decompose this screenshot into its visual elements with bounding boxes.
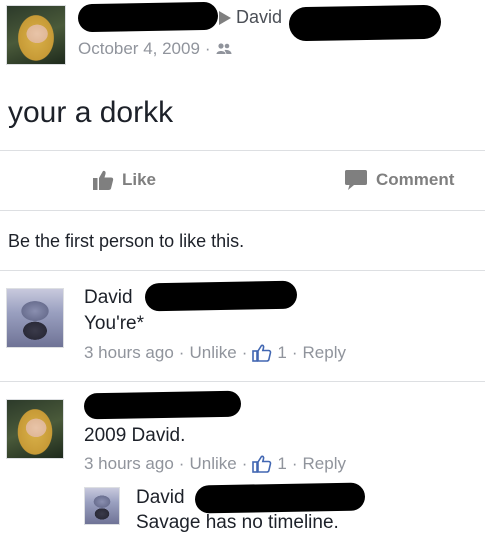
comment-author-avatar[interactable] bbox=[6, 288, 64, 348]
comment-bubble-icon bbox=[345, 170, 367, 190]
redacted-commenter-surname bbox=[144, 280, 298, 312]
redacted-commenter-name bbox=[83, 390, 242, 420]
post-author-avatar[interactable] bbox=[6, 5, 66, 65]
thumbs-up-outline-icon[interactable] bbox=[252, 455, 272, 473]
meta-separator: · bbox=[204, 39, 211, 58]
redacted-recipient-surname bbox=[288, 4, 442, 42]
comment-meta: 3 hours ago · Unlike · 1 · Reply bbox=[84, 343, 346, 363]
reply-link[interactable]: Reply bbox=[303, 454, 346, 474]
divider bbox=[0, 150, 485, 151]
unlike-link[interactable]: Unlike bbox=[189, 343, 236, 363]
comment-text: You're* bbox=[84, 313, 144, 334]
likes-prompt: Be the first person to like this. bbox=[8, 231, 245, 251]
post-date[interactable]: October 4, 2009 bbox=[78, 39, 200, 59]
comment-time[interactable]: 3 hours ago bbox=[84, 343, 174, 363]
redacted-author-name bbox=[77, 1, 219, 33]
post-text: your a dorkk bbox=[8, 96, 174, 129]
thumbs-up-outline-icon[interactable] bbox=[252, 344, 272, 362]
like-button[interactable]: Like bbox=[92, 169, 156, 191]
meta-separator: · bbox=[178, 454, 185, 473]
meta-separator: · bbox=[241, 343, 248, 362]
comment-text: 2009 David. bbox=[84, 425, 186, 446]
arrow-right-icon bbox=[219, 11, 231, 25]
comment-like-count: 1 bbox=[277, 454, 287, 473]
friends-icon bbox=[216, 43, 232, 54]
comment-author-avatar[interactable] bbox=[6, 399, 64, 459]
meta-separator: · bbox=[291, 454, 298, 473]
redacted-reply-surname bbox=[194, 482, 366, 514]
meta-separator: · bbox=[178, 343, 185, 362]
comment-button[interactable]: Comment bbox=[344, 169, 454, 191]
reply-link[interactable]: Reply bbox=[303, 343, 346, 363]
thumbs-up-icon bbox=[93, 170, 114, 190]
comment-like-count: 1 bbox=[277, 343, 287, 362]
comment-author-name[interactable]: David bbox=[84, 287, 133, 309]
reply-author-avatar[interactable] bbox=[84, 487, 120, 525]
meta-separator: · bbox=[241, 454, 248, 473]
like-label: Like bbox=[122, 170, 157, 189]
post-meta: October 4, 2009 · bbox=[78, 39, 232, 59]
comment-label: Comment bbox=[376, 170, 455, 189]
reply-author-name[interactable]: David bbox=[136, 487, 185, 509]
meta-separator: · bbox=[291, 343, 298, 362]
comment-time[interactable]: 3 hours ago bbox=[84, 454, 174, 474]
post-recipient-name[interactable]: David bbox=[236, 7, 282, 28]
divider bbox=[0, 381, 485, 382]
unlike-link[interactable]: Unlike bbox=[189, 454, 236, 474]
comment-meta: 3 hours ago · Unlike · 1 · Reply bbox=[84, 454, 346, 474]
divider bbox=[0, 210, 485, 211]
divider bbox=[0, 270, 485, 271]
reply-text: Savage has no timeline. bbox=[136, 512, 339, 533]
